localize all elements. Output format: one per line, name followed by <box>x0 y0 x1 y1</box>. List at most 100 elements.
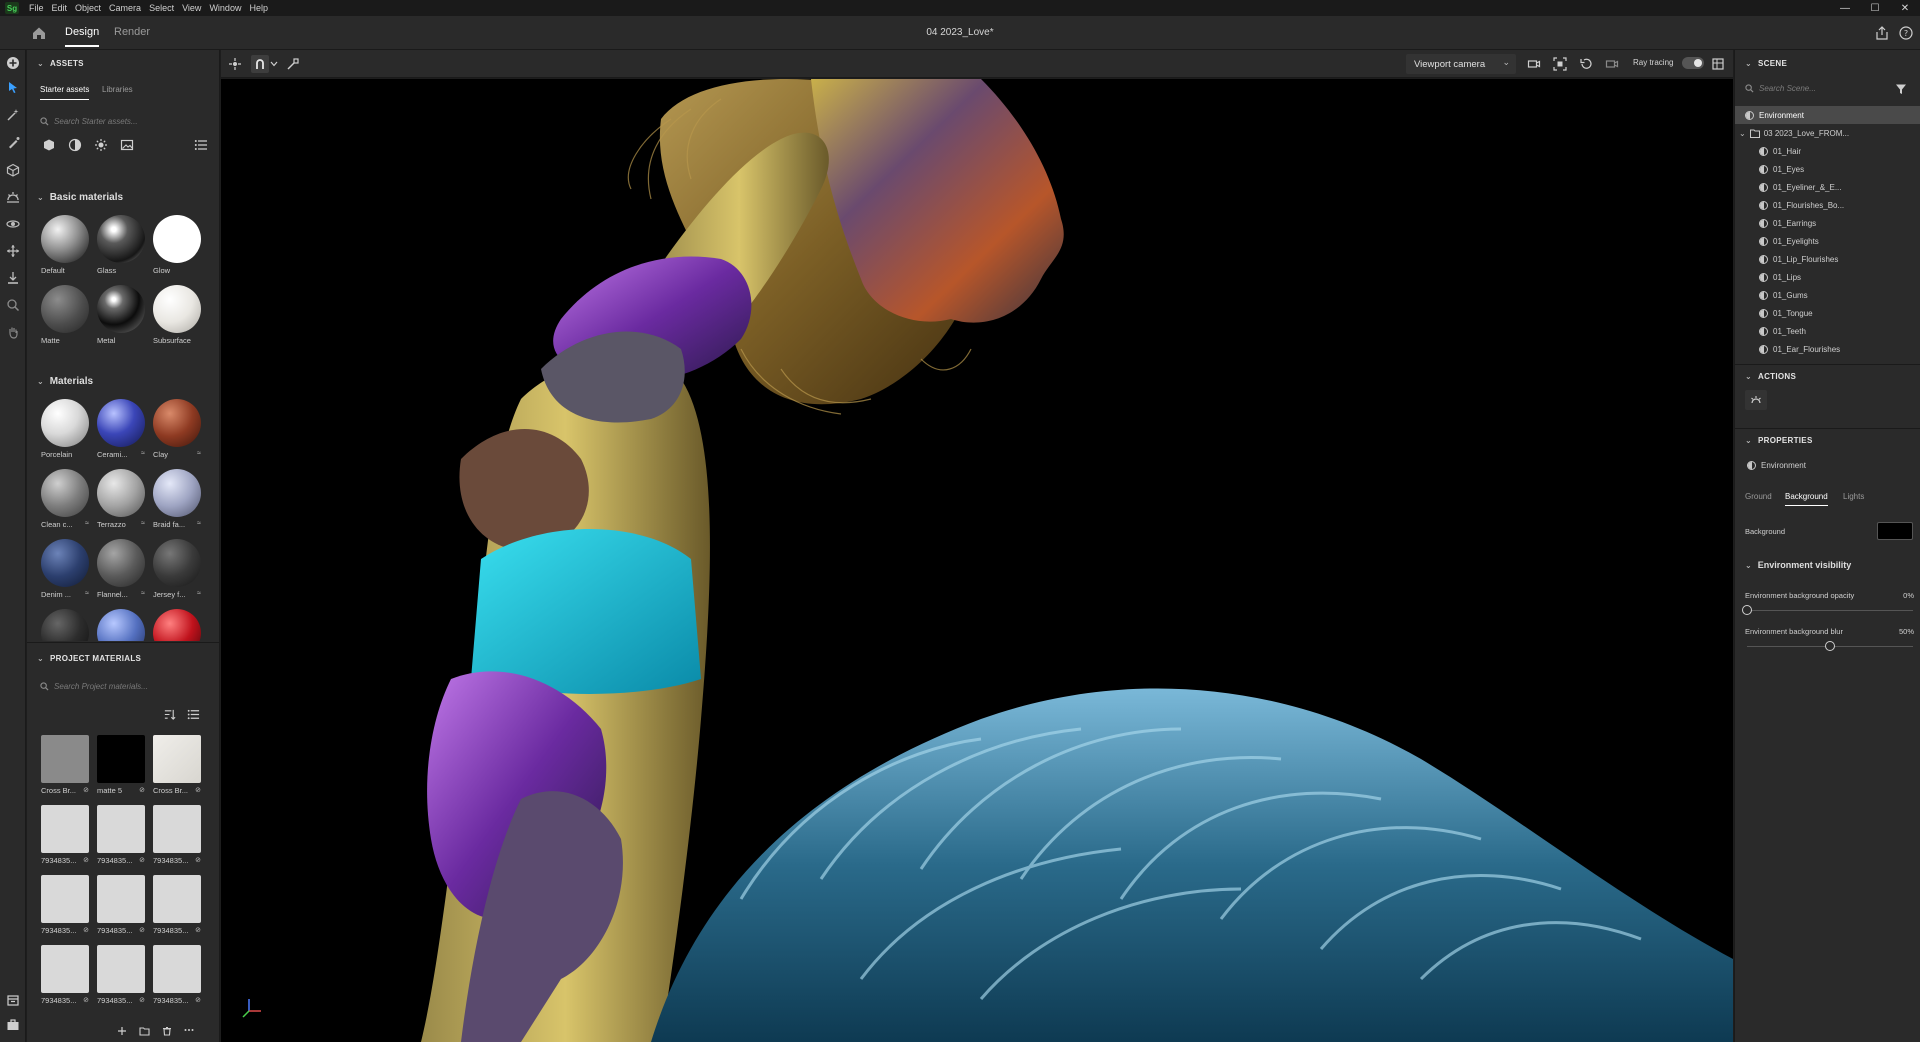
help-icon[interactable]: ? <box>1898 25 1914 41</box>
select-tool-icon[interactable] <box>5 79 21 95</box>
edit-params-icon[interactable]: ≈ <box>85 590 89 597</box>
tab-libraries[interactable]: Libraries <box>102 85 133 94</box>
project-material-item[interactable]: 7934835... ⊘ <box>95 803 147 869</box>
trash-icon[interactable] <box>162 1026 172 1036</box>
briefcase-icon[interactable] <box>5 1017 21 1033</box>
sort-icon[interactable] <box>163 708 176 721</box>
list-view-icon[interactable] <box>194 138 208 152</box>
background-color-swatch[interactable] <box>1877 522 1913 540</box>
menu-help[interactable]: Help <box>245 3 272 13</box>
scene-item-eyelights[interactable]: 01_Eyelights <box>1735 232 1920 250</box>
camera-settings-icon[interactable] <box>1604 56 1620 72</box>
project-materials-header[interactable]: ⌄ PROJECT MATERIALS <box>37 654 141 663</box>
project-material-item[interactable]: 7934835... ⊘ <box>39 873 91 939</box>
material-swatch-partial[interactable] <box>39 607 91 641</box>
scene-header[interactable]: ⌄ SCENE <box>1745 59 1787 68</box>
models-filter-icon[interactable] <box>42 138 56 152</box>
project-material-item[interactable]: 7934835... ⊘ <box>151 873 203 939</box>
material-swatch-jersey-fabric[interactable]: Jersey f... ≈ <box>151 537 203 603</box>
material-swatch-glass[interactable]: Glass <box>95 213 147 279</box>
material-swatch-clay[interactable]: Clay ≈ <box>151 397 203 463</box>
opacity-slider-handle[interactable] <box>1742 605 1752 615</box>
orbit-tool-icon[interactable] <box>5 216 21 232</box>
project-material-item[interactable]: Cross Br... ⊘ <box>39 733 91 799</box>
scene-item-teeth[interactable]: 01_Teeth <box>1735 322 1920 340</box>
scene-item-group[interactable]: ⌄ 03 2023_Love_FROM... <box>1735 124 1920 142</box>
scene-item-eyes[interactable]: 01_Eyes <box>1735 160 1920 178</box>
folder-icon[interactable] <box>139 1026 150 1036</box>
frame-selection-icon[interactable] <box>1552 56 1568 72</box>
share-icon[interactable] <box>1874 25 1890 41</box>
tab-render[interactable]: Render <box>114 26 150 38</box>
project-material-item[interactable]: matte 5 ⊘ <box>95 733 147 799</box>
tab-ground[interactable]: Ground <box>1745 492 1772 501</box>
scene-item-tongue[interactable]: 01_Tongue <box>1735 304 1920 322</box>
filter-icon[interactable] <box>1895 83 1907 95</box>
archive-icon[interactable] <box>5 992 21 1008</box>
material-swatch-partial[interactable] <box>95 607 147 641</box>
material-swatch-porcelain[interactable]: Porcelain <box>39 397 91 463</box>
project-material-item[interactable]: 7934835... ⊘ <box>39 943 91 1009</box>
material-swatch-metal[interactable]: Metal <box>95 283 147 349</box>
images-filter-icon[interactable] <box>120 138 134 152</box>
menu-select[interactable]: Select <box>145 3 178 13</box>
drop-tool-icon[interactable] <box>5 270 21 286</box>
edit-params-icon[interactable]: ≈ <box>197 590 201 597</box>
list-view-icon[interactable] <box>187 708 200 721</box>
chevron-down-icon[interactable] <box>269 56 279 72</box>
material-swatch-braid-fabric[interactable]: Braid fa... ≈ <box>151 467 203 533</box>
properties-header[interactable]: ⌄ PROPERTIES <box>1745 436 1813 445</box>
scene-item-eyeliner[interactable]: 01_Eyeliner_&_E... <box>1735 178 1920 196</box>
zoom-tool-icon[interactable] <box>5 297 21 313</box>
lighting-action-button[interactable] <box>1745 390 1767 410</box>
scene-item-earrings[interactable]: 01_Earrings <box>1735 214 1920 232</box>
scene-item-environment[interactable]: Environment <box>1735 106 1920 124</box>
edit-params-icon[interactable]: ≈ <box>197 520 201 527</box>
tab-design[interactable]: Design <box>65 26 100 47</box>
project-material-item[interactable]: 7934835... ⊘ <box>151 803 203 869</box>
basic-materials-header[interactable]: ⌄ Basic materials <box>37 192 123 203</box>
env-visibility-header[interactable]: ⌄ Environment visibility <box>1745 560 1851 570</box>
edit-params-icon[interactable]: ≈ <box>141 520 145 527</box>
project-material-item[interactable]: Cross Br... ⊘ <box>151 733 203 799</box>
viewport-canvas[interactable] <box>221 79 1733 1042</box>
tab-lights[interactable]: Lights <box>1843 492 1864 501</box>
lights-filter-icon[interactable] <box>94 138 108 152</box>
menu-edit[interactable]: Edit <box>48 3 72 13</box>
ray-tracing-toggle[interactable] <box>1682 57 1704 69</box>
materials-header[interactable]: ⌄ Materials <box>37 376 93 387</box>
material-swatch-matte[interactable]: Matte <box>39 283 91 349</box>
render-settings-icon[interactable] <box>1710 56 1726 72</box>
opacity-slider-track[interactable] <box>1747 610 1913 611</box>
more-icon[interactable] <box>184 1028 194 1032</box>
tab-background[interactable]: Background <box>1785 492 1828 506</box>
tab-starter-assets[interactable]: Starter assets <box>40 85 90 100</box>
material-swatch-flannel[interactable]: Flannel... ≈ <box>95 537 147 603</box>
project-materials-search-input[interactable]: Search Project materials... <box>34 677 212 695</box>
menu-camera[interactable]: Camera <box>105 3 145 13</box>
material-swatch-terrazzo[interactable]: Terrazzo ≈ <box>95 467 147 533</box>
menu-file[interactable]: File <box>25 3 48 13</box>
menu-object[interactable]: Object <box>71 3 105 13</box>
assets-header[interactable]: ⌄ ASSETS <box>37 59 84 68</box>
edit-params-icon[interactable]: ≈ <box>141 450 145 457</box>
material-swatch-partial[interactable] <box>151 607 203 641</box>
material-swatch-glow[interactable]: Glow <box>151 213 203 279</box>
minimize-button[interactable]: — <box>1830 0 1860 16</box>
scene-item-lips[interactable]: 01_Lips <box>1735 268 1920 286</box>
paint-tool-icon[interactable] <box>5 135 21 151</box>
project-material-item[interactable]: 7934835... ⊘ <box>95 873 147 939</box>
viewport-camera-dropdown[interactable]: Viewport camera ⌄ <box>1406 54 1516 74</box>
close-button[interactable]: ✕ <box>1890 0 1920 16</box>
snap-icon[interactable] <box>251 55 269 73</box>
edit-params-icon[interactable]: ≈ <box>85 520 89 527</box>
project-material-item[interactable]: 7934835... ⊘ <box>151 943 203 1009</box>
scene-search-input[interactable]: Search Scene... <box>1739 79 1885 97</box>
scene-item-ear-flourishes[interactable]: 01_Ear_Flourishes <box>1735 340 1920 358</box>
project-material-item[interactable]: 7934835... ⊘ <box>95 943 147 1009</box>
scene-item-hair[interactable]: 01_Hair <box>1735 142 1920 160</box>
scene-item-flourishes-body[interactable]: 01_Flourishes_Bo... <box>1735 196 1920 214</box>
pan-tool-icon[interactable] <box>5 324 21 340</box>
material-swatch-subsurface[interactable]: Subsurface <box>151 283 203 349</box>
move-tool-icon[interactable] <box>5 243 21 259</box>
